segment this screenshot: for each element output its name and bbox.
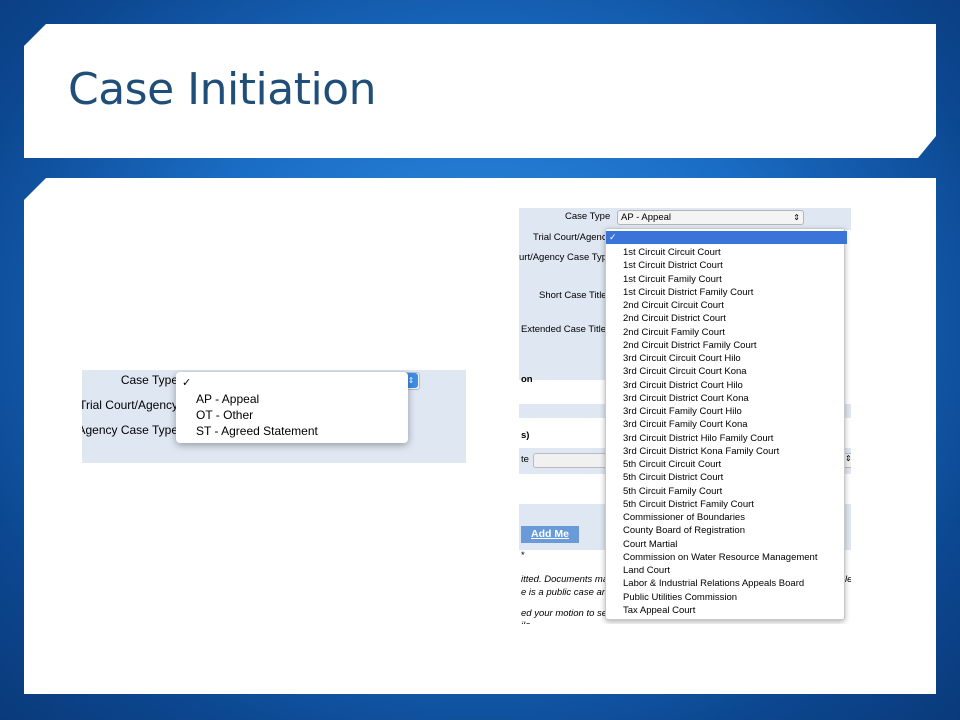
case-type-label: Case Type xyxy=(120,373,178,387)
court-option[interactable]: Commissioner of Boundaries xyxy=(623,512,745,523)
notice-line: le xyxy=(845,574,851,585)
trial-court-label: Trial Court/Agency xyxy=(82,398,178,412)
court-option[interactable]: Land Court xyxy=(623,565,670,576)
option-agreed-statement[interactable]: ST - Agreed Statement xyxy=(196,424,318,438)
court-option[interactable]: 2nd Circuit District Family Court xyxy=(623,340,757,351)
add-me-button[interactable]: Add Me xyxy=(521,526,579,543)
slide-title: Case Initiation xyxy=(68,64,376,115)
option-other[interactable]: OT - Other xyxy=(196,408,253,422)
court-option[interactable]: 5th Circuit Circuit Court xyxy=(623,459,721,470)
court-option[interactable]: 3rd Circuit Circuit Court Hilo xyxy=(623,353,741,364)
court-option[interactable]: 1st Circuit District Family Court xyxy=(623,287,753,298)
extended-case-title-label: Extended Case Title xyxy=(521,324,607,335)
trial-court-label: Trial Court/Agency xyxy=(533,232,612,243)
notice-line: ile xyxy=(521,620,531,624)
court-option[interactable]: Court Martial xyxy=(623,539,677,550)
short-case-title-label: Short Case Title xyxy=(539,290,607,301)
court-option[interactable]: 3rd Circuit Family Court Hilo xyxy=(623,406,742,417)
section-fragment: s) xyxy=(521,430,530,441)
court-option[interactable]: 3rd Circuit District Kona Family Court xyxy=(623,446,779,457)
court-option[interactable]: Labor & Industrial Relations Appeals Boa… xyxy=(623,578,804,589)
select-arrows-icon: ⇕ xyxy=(845,454,851,463)
trial-court-dropdown-screenshot: Case Type AP - Appeal ⇕ Trial Court/Agen… xyxy=(519,208,851,624)
checkmark-icon: ✓ xyxy=(609,232,617,242)
court-option[interactable]: Commission on Water Resource Management xyxy=(623,552,817,563)
case-type-select[interactable]: AP - Appeal ⇕ xyxy=(617,210,804,225)
court-option[interactable]: County Board of Registration xyxy=(623,525,745,536)
notice-line: e is a public case and xyxy=(521,587,613,598)
option-appeal[interactable]: AP - Appeal xyxy=(196,392,259,406)
court-option[interactable]: 1st Circuit District Court xyxy=(623,260,723,271)
court-option[interactable]: 1st Circuit Circuit Court xyxy=(623,247,721,258)
trial-court-options-list: ✓ 1st Circuit Circuit Court 1st Circuit D… xyxy=(605,228,847,620)
notice-line: ed your motion to seal xyxy=(521,608,615,619)
checkmark-icon: ✓ xyxy=(182,377,192,389)
agency-case-type-label: Agency Case Type xyxy=(82,423,178,437)
court-option[interactable]: 3rd Circuit District Court Kona xyxy=(623,393,749,404)
notice-line: itted. Documents may xyxy=(521,574,613,585)
row-fragment: te xyxy=(521,454,529,465)
agency-case-type-label: urt/Agency Case Type xyxy=(519,252,613,263)
bullet-marker: * xyxy=(521,550,525,561)
court-option[interactable]: 2nd Circuit District Court xyxy=(623,313,726,324)
select-arrows-icon: ⇕ xyxy=(793,213,800,222)
court-option[interactable]: 5th Circuit District Court xyxy=(623,472,723,483)
court-option[interactable]: 2nd Circuit Family Court xyxy=(623,327,725,338)
court-option[interactable]: 3rd Circuit Family Court Kona xyxy=(623,419,748,430)
case-type-dropdown-screenshot: Case Type Trial Court/Agency Agency Case… xyxy=(82,370,466,463)
case-type-label: Case Type xyxy=(565,211,611,222)
court-option[interactable]: 2nd Circuit Circuit Court xyxy=(623,300,724,311)
court-option[interactable]: 5th Circuit Family Court xyxy=(623,486,722,497)
court-option[interactable]: Tax Appeal Court xyxy=(623,605,695,616)
court-option[interactable]: 1st Circuit Family Court xyxy=(623,274,722,285)
case-type-options-popup: ✓ AP - Appeal OT - Other ST - Agreed Sta… xyxy=(176,372,408,443)
selected-empty-option[interactable]: ✓ xyxy=(606,231,847,244)
court-option[interactable]: 5th Circuit District Family Court xyxy=(623,499,754,510)
court-option[interactable]: 3rd Circuit District Hilo Family Court xyxy=(623,433,773,444)
court-option[interactable]: 3rd Circuit District Court Hilo xyxy=(623,380,743,391)
case-type-value: AP - Appeal xyxy=(621,212,672,223)
section-fragment: on xyxy=(521,374,533,385)
court-option[interactable]: Public Utilities Commission xyxy=(623,592,737,603)
court-option[interactable]: 3rd Circuit Circuit Court Kona xyxy=(623,366,747,377)
